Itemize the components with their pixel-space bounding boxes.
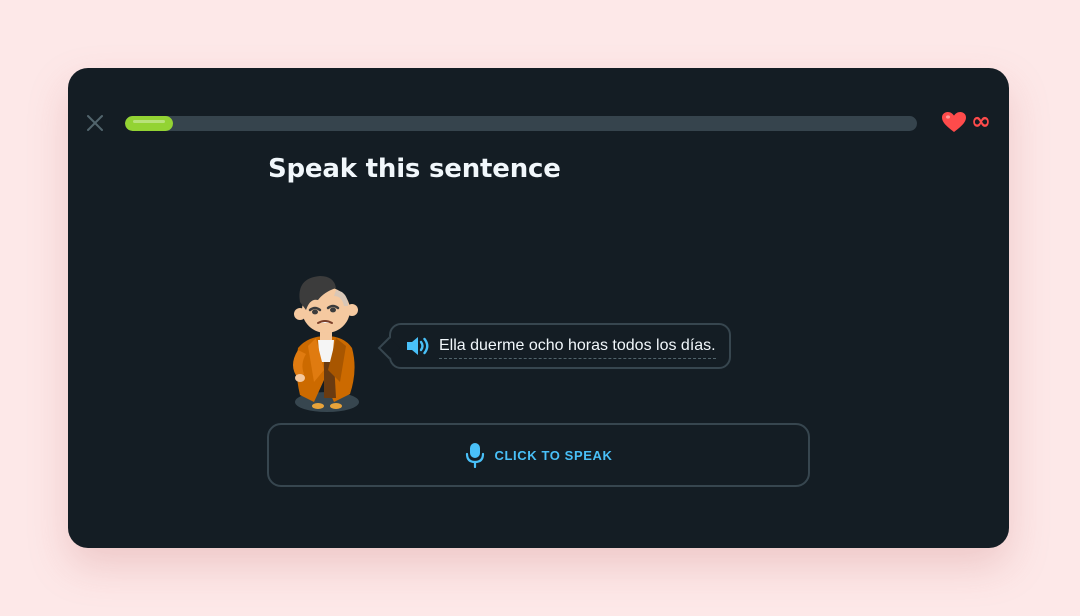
progress-bar <box>125 116 917 131</box>
hearts-count: ∞ <box>971 106 991 135</box>
heart-icon <box>942 112 966 132</box>
close-button[interactable] <box>85 113 105 133</box>
click-to-speak-label: CLICK TO SPEAK <box>494 447 613 463</box>
play-audio-button[interactable] <box>405 335 431 357</box>
microphone-icon <box>465 443 484 468</box>
close-icon <box>87 115 103 131</box>
hearts-counter[interactable]: ∞ <box>941 106 991 135</box>
lesson-window: ∞ Speak this sentence Ella duerme ocho h… <box>68 68 1009 548</box>
progress-fill <box>125 116 173 131</box>
click-to-speak-button[interactable]: CLICK TO SPEAK <box>267 423 810 487</box>
character-illustration <box>293 276 359 412</box>
speaker-icon <box>407 337 429 355</box>
page-title: Speak this sentence <box>268 154 561 184</box>
bubble-tail <box>377 336 401 360</box>
sentence-bubble: Ella duerme ocho horas todos los días. <box>377 323 731 369</box>
prompt-sentence[interactable]: Ella duerme ocho horas todos los días. <box>439 337 716 359</box>
